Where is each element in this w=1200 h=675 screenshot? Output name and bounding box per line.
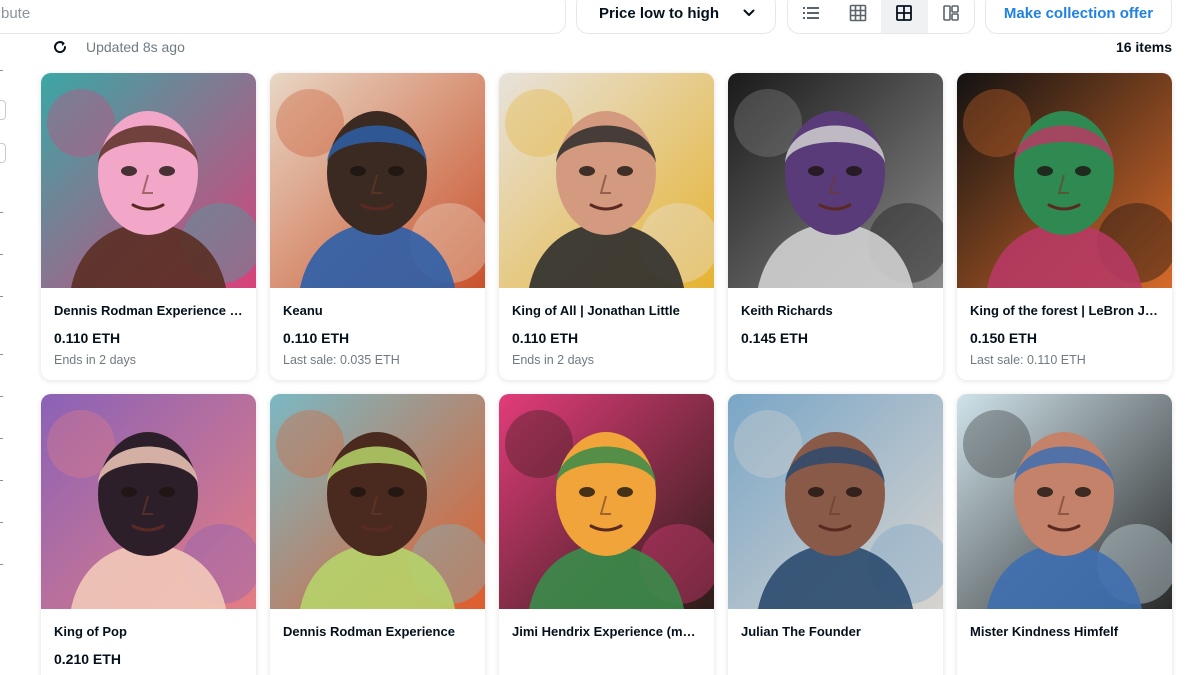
nft-card[interactable]: King of All | Jonathan Little 0.110 ETH En… (499, 73, 714, 380)
last-updated-text: Updated 8s ago (86, 39, 185, 55)
nft-artwork-image[interactable] (957, 73, 1172, 288)
nft-card[interactable]: King of Pop 0.210 ETH (41, 394, 256, 675)
nft-card-body: Keith Richards 0.145 ETH (728, 288, 943, 368)
status-row: Updated 8s ago (52, 36, 185, 58)
nft-card-body: King of the forest | LeBron James 0.150 E… (957, 288, 1172, 368)
large-grid-view-button[interactable] (881, 0, 928, 33)
nft-artwork-image[interactable] (41, 73, 256, 288)
nft-name: King of All | Jonathan Little (512, 303, 680, 318)
large-grid-icon (896, 5, 913, 21)
nft-card-body: Dennis Rodman Experience 2.0 0.110 ETH End… (41, 288, 256, 368)
nft-name: Mister Kindness Himfelf (970, 624, 1119, 639)
nft-card-body: King of Pop 0.210 ETH (41, 609, 256, 675)
nft-artwork-image[interactable] (270, 73, 485, 288)
nft-name: King of the forest | LeBron James (970, 303, 1159, 318)
search-box[interactable] (0, 0, 566, 34)
nft-name: Dennis Rodman Experience (283, 624, 455, 639)
nft-card-body: Jimi Hendrix Experience (magic) (499, 609, 714, 675)
mosaic-view-button[interactable] (928, 0, 975, 33)
small-grid-icon (849, 4, 867, 22)
sidebar-divider (0, 564, 3, 565)
item-grid: Dennis Rodman Experience 2.0 0.110 ETH End… (41, 73, 1172, 675)
portrait-artwork (41, 394, 256, 609)
sidebar-divider (0, 438, 3, 439)
nft-card[interactable]: King of the forest | LeBron James 0.150 E… (957, 73, 1172, 380)
sidebar-checkbox[interactable] (0, 100, 6, 120)
portrait-artwork (41, 73, 256, 288)
portrait-artwork (270, 73, 485, 288)
nft-status (741, 353, 930, 368)
nft-artwork-image[interactable] (728, 73, 943, 288)
nft-status: Last sale: 0.035 ETH (283, 353, 400, 367)
nft-price (970, 651, 1159, 668)
chevron-down-icon (743, 9, 755, 16)
nft-card[interactable]: Keith Richards 0.145 ETH (728, 73, 943, 380)
view-mode-toggle (787, 0, 975, 34)
nft-name: Keanu (283, 303, 323, 318)
nft-card[interactable]: Jimi Hendrix Experience (magic) (499, 394, 714, 675)
sort-dropdown[interactable]: Price low to high (576, 0, 776, 34)
portrait-artwork (957, 73, 1172, 288)
nft-price: 0.210 ETH (54, 651, 121, 667)
nft-card[interactable]: Julian The Founder (728, 394, 943, 675)
nft-status: Last sale: 0.110 ETH (970, 353, 1086, 367)
list-view-icon (803, 7, 820, 19)
collection-page: Price low to high (0, 0, 1200, 675)
nft-artwork-image[interactable] (270, 394, 485, 609)
nft-card[interactable]: Mister Kindness Himfelf (957, 394, 1172, 675)
nft-card-body: King of All | Jonathan Little 0.110 ETH En… (499, 288, 714, 368)
nft-artwork-image[interactable] (957, 394, 1172, 609)
make-collection-offer-button[interactable]: Make collection offer (985, 0, 1172, 34)
nft-status: Ends in 2 days (512, 353, 594, 367)
nft-card-body: Julian The Founder (728, 609, 943, 675)
sidebar-divider (0, 480, 3, 481)
nft-price: 0.110 ETH (512, 330, 579, 346)
nft-name: King of Pop (54, 624, 127, 639)
list-view-button[interactable] (788, 0, 835, 33)
sidebar-checkbox[interactable] (0, 143, 6, 163)
small-grid-view-button[interactable] (835, 0, 882, 33)
nft-name: Julian The Founder (741, 624, 861, 639)
nft-name: Keith Richards (741, 303, 833, 318)
portrait-artwork (270, 394, 485, 609)
nft-artwork-image[interactable] (41, 394, 256, 609)
portrait-artwork (957, 394, 1172, 609)
nft-status: Ends in 2 days (54, 353, 136, 367)
sidebar-divider (0, 522, 3, 523)
nft-price (741, 651, 930, 668)
nft-price: 0.150 ETH (970, 330, 1037, 346)
sort-dropdown-label: Price low to high (599, 4, 720, 22)
nft-name: Dennis Rodman Experience 2.0 (54, 303, 243, 318)
sidebar-divider (0, 296, 3, 297)
nft-artwork-image[interactable] (728, 394, 943, 609)
portrait-artwork (728, 73, 943, 288)
portrait-artwork (728, 394, 943, 609)
sidebar-divider (0, 254, 3, 255)
nft-price (283, 651, 472, 668)
nft-artwork-image[interactable] (499, 73, 714, 288)
items-count: 16 items (1115, 39, 1172, 55)
nft-card[interactable]: Keanu 0.110 ETH Last sale: 0.035 ETH (270, 73, 485, 380)
sidebar-divider (0, 70, 3, 71)
sidebar-divider (0, 212, 3, 213)
search-input[interactable] (1, 4, 565, 22)
nft-price: 0.110 ETH (54, 330, 121, 346)
refresh-icon[interactable] (52, 39, 68, 55)
nft-name: Jimi Hendrix Experience (magic) (512, 624, 701, 639)
portrait-artwork (499, 73, 714, 288)
sidebar-divider (0, 354, 3, 355)
nft-card-body: Mister Kindness Himfelf (957, 609, 1172, 675)
nft-card-body: Dennis Rodman Experience (270, 609, 485, 675)
nft-card[interactable]: Dennis Rodman Experience 2.0 0.110 ETH End… (41, 73, 256, 380)
mosaic-grid-icon (942, 5, 959, 21)
nft-card[interactable]: Dennis Rodman Experience (270, 394, 485, 675)
portrait-artwork (499, 394, 714, 609)
nft-price (512, 651, 701, 668)
nft-artwork-image[interactable] (499, 394, 714, 609)
nft-price: 0.110 ETH (283, 330, 350, 346)
sidebar-divider (0, 396, 3, 397)
nft-card-body: Keanu 0.110 ETH Last sale: 0.035 ETH (270, 288, 485, 368)
nft-price: 0.145 ETH (741, 330, 808, 346)
